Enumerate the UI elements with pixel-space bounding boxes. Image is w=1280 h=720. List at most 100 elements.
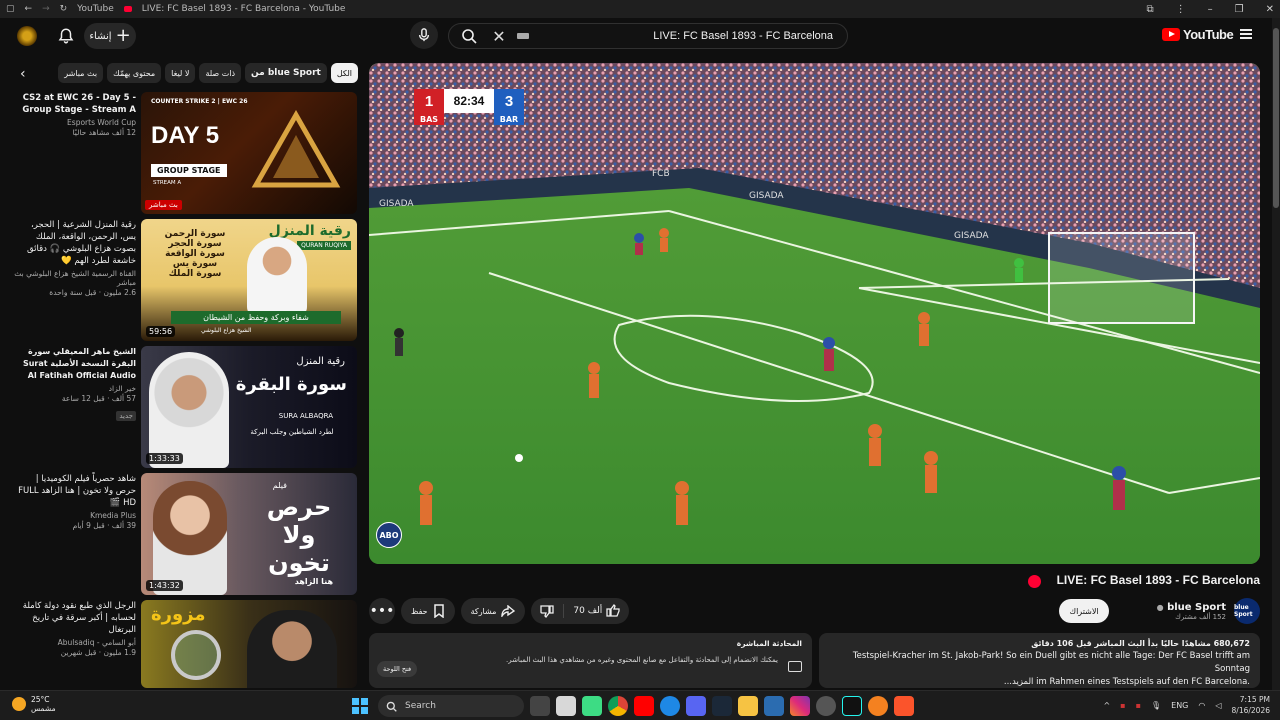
tray-app-icon[interactable]: ▪ (1136, 701, 1141, 710)
forward-icon[interactable]: → (42, 4, 50, 14)
wifi-icon[interactable]: ◠ (1198, 701, 1205, 710)
video-title: LIVE: FC Basel 1893 - FC Barcelona (1056, 573, 1260, 587)
chip-related[interactable]: ذات صلة (199, 63, 242, 83)
minimize-button[interactable]: – (1208, 4, 1213, 15)
brave-icon[interactable] (894, 696, 914, 716)
language-indicator[interactable]: ENG (1171, 701, 1188, 710)
open-chat-button[interactable]: فتح اللوحة (377, 661, 418, 677)
list-item[interactable]: فيلم حرص ولا تخون هنا الزاهد 1:43:32 شاه… (14, 473, 357, 595)
cloud-icon[interactable] (868, 696, 888, 716)
thumbnail-person (247, 610, 337, 688)
mic-icon[interactable]: 🎙 (1151, 701, 1161, 710)
youtube-logo[interactable]: YouTube (1162, 27, 1234, 42)
tab-title[interactable]: LIVE: FC Basel 1893 - FC Barcelona - You… (142, 4, 346, 14)
discord-icon[interactable] (686, 696, 706, 716)
description-text: Testspiel-Kracher im St. Jakob-Park! So … (829, 650, 1250, 689)
share-button[interactable]: مشاركة (460, 598, 526, 624)
voice-search-button[interactable] (410, 21, 438, 49)
scrollbar-thumb[interactable] (1273, 28, 1279, 208)
list-item[interactable]: رقية المنزل سورة البقرة SURA ALBAQRA لطر… (14, 346, 357, 468)
page-scrollbar[interactable] (1272, 18, 1280, 690)
instagram-icon[interactable] (790, 696, 810, 716)
away-abbr: BAR (494, 113, 524, 125)
more-icon: ••• (369, 603, 395, 619)
chat-icon (788, 661, 802, 672)
like-icon (606, 604, 620, 617)
youtube-app-icon[interactable] (634, 696, 654, 716)
thumbnail-bar: شفاء وبركة وحفظ من الشيطان (171, 311, 341, 324)
chip-all[interactable]: الكل (330, 63, 358, 83)
list-item[interactable]: مزورة الرجل الذي طبع نقود دولة كاملة لحس… (14, 600, 357, 688)
bell-icon[interactable] (57, 27, 75, 45)
video-title[interactable]: شاهد حصرياً فيلم الكوميديا | حرص ولا تخو… (14, 473, 136, 509)
channel-name[interactable]: Kmedia Plus (14, 511, 136, 520)
dislike-button[interactable] (531, 598, 563, 624)
volume-icon[interactable]: ◁ (1215, 701, 1221, 710)
video-thumbnail[interactable]: COUNTER STRIKE 2 | EWC 26 DAY 5 GROUP ST… (141, 92, 357, 214)
video-thumbnail[interactable]: مزورة (141, 600, 357, 688)
android-app-icon[interactable] (582, 696, 602, 716)
steam-icon[interactable] (712, 696, 732, 716)
file-app-icon[interactable] (556, 696, 576, 716)
tray-app-icon[interactable]: ▪ (1120, 701, 1125, 710)
channel-name[interactable]: أبو السامي - Abulsadiq (14, 638, 136, 647)
chip-live[interactable]: بث مباشر (58, 63, 104, 83)
edge-icon[interactable] (660, 696, 680, 716)
chip-laliga[interactable]: لا ليغا (165, 63, 196, 83)
menu-icon[interactable] (1240, 29, 1252, 39)
close-window-button[interactable]: ✕ (1266, 4, 1274, 15)
list-item[interactable]: رقية المنزل QURAN RUQIYA سورة الرحمن سور… (14, 219, 357, 341)
search-button[interactable] (449, 23, 489, 49)
search-icon (462, 29, 477, 44)
match-clock: 82:34 (444, 89, 494, 113)
video-thumbnail[interactable]: رقية المنزل QURAN RUQIYA سورة الرحمن سور… (141, 219, 357, 341)
chip-for-you[interactable]: محتوى يهمّك (107, 63, 162, 83)
video-thumbnail[interactable]: فيلم حرص ولا تخون هنا الزاهد 1:43:32 (141, 473, 357, 595)
windows-start-icon[interactable] (352, 698, 368, 714)
clock[interactable]: 7:15 PM 8/16/2026 (1232, 694, 1270, 716)
video-player[interactable]: GISADA GISADA GISADA FCB 1 BAS 82:34 3 B… (369, 63, 1260, 564)
list-item[interactable]: COUNTER STRIKE 2 | EWC 26 DAY 5 GROUP ST… (14, 92, 357, 214)
chevron-up-icon[interactable]: ^ (1103, 701, 1110, 710)
keyboard-icon[interactable] (517, 33, 529, 39)
youtube-favicon-icon (123, 6, 132, 12)
create-button[interactable]: إنشاء + (84, 23, 136, 49)
channel-avatar[interactable]: blue Sport (1234, 598, 1260, 624)
tiktok-icon[interactable] (842, 696, 862, 716)
video-title[interactable]: رقية المنزل الشرعية | الحجر، يس، الرحمن،… (14, 219, 136, 267)
app-icon[interactable] (764, 696, 784, 716)
back-icon[interactable]: ← (25, 4, 33, 14)
chrome-icon[interactable] (608, 696, 628, 716)
save-button[interactable]: حفظ (401, 598, 455, 624)
match-scene: GISADA GISADA GISADA FCB (369, 63, 1260, 564)
channel-name[interactable]: خير الزاد (14, 384, 136, 393)
video-thumbnail[interactable]: رقية المنزل سورة البقرة SURA ALBAQRA لطر… (141, 346, 357, 468)
description-line[interactable]: ...المزيد im Rahmen eines Testspiels auf… (829, 676, 1250, 689)
search-input[interactable] (537, 30, 847, 42)
restore-button[interactable]: ❐ (1235, 4, 1244, 15)
taskbar-search[interactable]: Search (378, 695, 524, 717)
account-avatar[interactable] (17, 26, 37, 46)
chip-from-channel[interactable]: من blue Sport (245, 63, 327, 83)
folder-icon[interactable] (738, 696, 758, 716)
video-title[interactable]: CS2 at EWC 26 - Day 5 - Group Stage - St… (14, 92, 136, 116)
video-title[interactable]: الشيخ ماهر المعيقلي سورة البقرة النسخة ا… (14, 346, 136, 382)
channel-name[interactable]: Esports World Cup (14, 118, 136, 127)
clock-date: 8/16/2026 (1231, 706, 1270, 715)
extensions-icon[interactable]: ⧉ (1147, 4, 1154, 15)
browser-menu-icon[interactable]: ⋮ (1176, 4, 1186, 15)
task-view-icon[interactable] (530, 696, 550, 716)
weather-widget[interactable]: 25°C مشمس (12, 695, 56, 713)
description-panel[interactable]: 680,672 مشاهدًا حاليًا بدأ البث المباشر … (819, 633, 1260, 688)
settings-icon[interactable] (816, 696, 836, 716)
video-title[interactable]: الرجل الذي طبع نقود دولة كاملة لحسابه | … (14, 600, 136, 636)
more-actions-button[interactable]: ••• (369, 598, 395, 624)
refresh-icon[interactable]: ↻ (60, 4, 68, 14)
clear-icon[interactable]: ✕ (489, 27, 509, 46)
channel-name[interactable]: blue Sport ● (1157, 602, 1226, 613)
window-menu-icon[interactable]: ▢ (6, 4, 15, 14)
like-button[interactable]: 70 ألف (564, 598, 629, 624)
home-abbr: BAS (414, 113, 444, 125)
channel-name[interactable]: القناة الرسمية الشيخ هزاع البلوشي بث مبا… (14, 269, 136, 287)
subscribe-button[interactable]: الاشتراك (1059, 599, 1109, 623)
